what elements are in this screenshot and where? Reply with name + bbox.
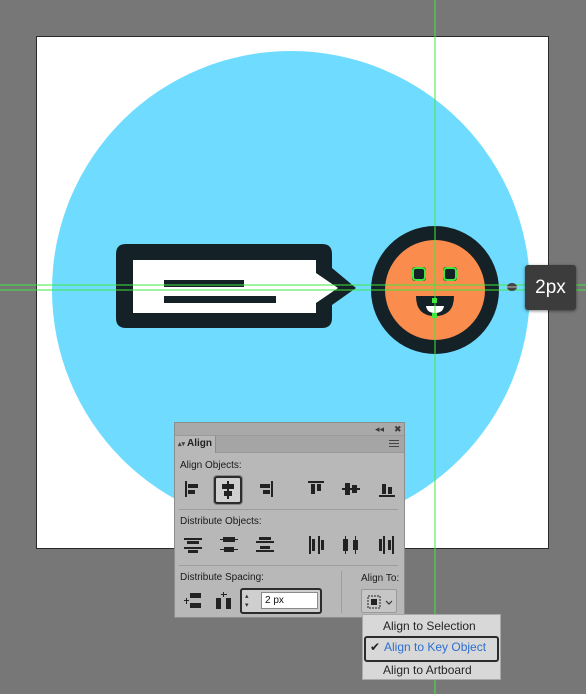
distribute-top-icon	[184, 538, 202, 553]
menu-item-align-to-selection[interactable]: Align to Selection	[363, 615, 500, 637]
align-objects-label: Align Objects:	[180, 460, 242, 471]
vertical-distribute-space-button[interactable]	[181, 589, 205, 613]
spacing-input[interactable]	[261, 592, 318, 609]
key-object-icon	[367, 595, 393, 609]
align-left-icon	[185, 481, 198, 497]
vertical-distribute-bottom-button[interactable]	[253, 533, 277, 557]
vertical-distribute-center-button[interactable]	[217, 533, 241, 557]
divider	[179, 509, 398, 510]
panel-topbar[interactable]: ◂◂ ✖	[175, 423, 404, 436]
horizontal-distribute-left-button[interactable]	[304, 533, 328, 557]
vertical-align-center-button[interactable]	[339, 477, 363, 501]
vertical-align-bottom-button[interactable]	[375, 477, 399, 501]
menu-item-label: Align to Selection	[383, 619, 476, 633]
align-right-icon	[260, 481, 273, 497]
hamburger-menu-icon[interactable]	[389, 440, 399, 448]
distribute-vcenter-icon	[220, 537, 238, 552]
distribute-hcenter-icon	[343, 536, 358, 554]
divider	[341, 571, 342, 613]
divider	[179, 565, 398, 566]
menu-item-label: Align to Key Object	[384, 640, 487, 654]
horizontal-align-center-button[interactable]	[214, 476, 242, 504]
checkmark-icon: ✔	[370, 640, 381, 654]
close-icon[interactable]: ✖	[394, 423, 402, 435]
distribute-left-icon	[309, 536, 324, 554]
align-top-icon	[308, 481, 324, 494]
vertical-align-top-button[interactable]	[304, 477, 328, 501]
vertical-distribute-top-button[interactable]	[181, 533, 205, 557]
horizontal-align-left-button[interactable]	[181, 477, 205, 501]
horizontal-align-right-button[interactable]	[253, 477, 277, 501]
stepper-arrows-icon[interactable]: ▴ ▾	[245, 592, 249, 610]
distribute-objects-label: Distribute Objects:	[180, 516, 262, 527]
spacing-stepper[interactable]: ▴ ▾	[240, 588, 322, 614]
horizontal-distribute-right-button[interactable]	[375, 533, 399, 557]
tab-align-label: Align	[187, 438, 213, 449]
horizontal-distribute-center-button[interactable]	[339, 533, 363, 557]
tab-align[interactable]: ▴▾ Align	[175, 436, 216, 453]
align-to-label: Align To:	[361, 573, 400, 584]
distribute-spacing-label: Distribute Spacing:	[180, 572, 264, 583]
double-chevron-left-icon[interactable]: ◂◂	[375, 423, 384, 435]
align-to-menu: Align to Selection ✔ Align to Key Object…	[362, 614, 501, 680]
align-bottom-icon	[379, 484, 395, 497]
distribute-vspace-icon	[184, 593, 201, 608]
distribute-hspace-icon	[216, 592, 231, 609]
panel-tab-row: ▴▾ Align	[175, 436, 404, 453]
horizontal-distribute-space-button[interactable]	[212, 589, 236, 613]
measure-tooltip: 2px	[525, 265, 576, 310]
distribute-right-icon	[379, 536, 394, 554]
align-center-icon	[222, 481, 234, 499]
tab-collapse-icon[interactable]: ▴▾	[178, 441, 185, 448]
text-line-2[interactable]	[164, 296, 276, 303]
text-line-1[interactable]	[164, 280, 244, 287]
distribute-bottom-icon	[256, 537, 274, 552]
align-middle-icon	[342, 483, 360, 495]
menu-item-label: Align to Artboard	[383, 663, 472, 677]
align-to-dropdown-button[interactable]	[361, 589, 397, 613]
menu-item-align-to-artboard[interactable]: Align to Artboard	[363, 659, 500, 681]
measure-tooltip-text: 2px	[535, 276, 566, 298]
